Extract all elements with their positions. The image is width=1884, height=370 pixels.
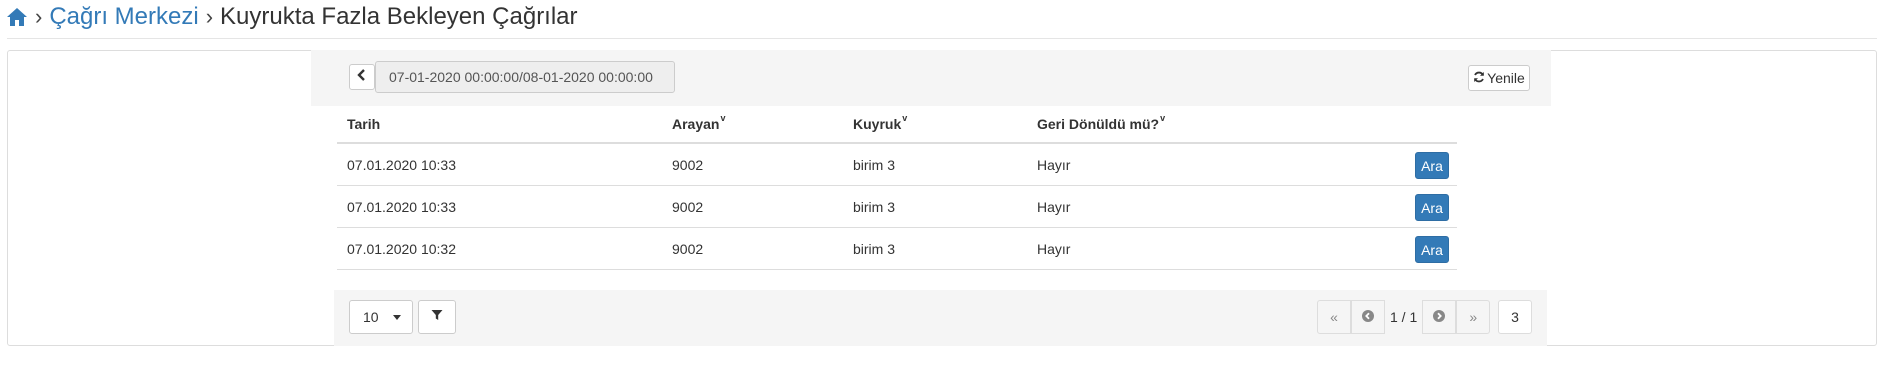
cell-tarih: 07.01.2020 10:33 — [347, 156, 456, 173]
chevron-right-icon: › — [205, 4, 214, 29]
page-size-select[interactable]: 10 — [349, 300, 413, 334]
total-count-badge: 3 — [1498, 300, 1532, 334]
table-row: 07.01.2020 10:32 9002 birim 3 Hayır Ara — [337, 228, 1457, 270]
first-page-button[interactable]: « — [1317, 300, 1351, 334]
previous-range-button[interactable] — [349, 64, 375, 90]
cell-arayan: 9002 — [672, 198, 704, 215]
cell-geri-donuldu: Hayır — [1037, 198, 1071, 215]
call-back-button[interactable]: Ara — [1415, 152, 1449, 179]
caret-down-icon — [392, 314, 401, 320]
cell-tarih: 07.01.2020 10:33 — [347, 198, 456, 215]
cell-arayan: 9002 — [672, 156, 704, 173]
call-back-button[interactable]: Ara — [1415, 236, 1449, 263]
cell-kuyruk: birim 3 — [853, 198, 896, 215]
circle-chevron-left-icon — [1362, 309, 1374, 325]
table-row: 07.01.2020 10:33 9002 birim 3 Hayır Ara — [337, 186, 1457, 228]
page-size-value: 10 — [363, 309, 379, 325]
column-header-kuyruk[interactable]: Kuyrukv — [853, 113, 908, 132]
date-range-field[interactable]: 07-01-2020 00:00:00/08-01-2020 00:00:00 — [375, 61, 675, 93]
column-header-geri-donuldu[interactable]: Geri Dönüldü mü?v — [1037, 113, 1166, 132]
cell-kuyruk: birim 3 — [853, 240, 896, 257]
cell-arayan: 9002 — [672, 240, 704, 257]
sort-caret-icon: v — [902, 113, 908, 123]
filter-icon — [431, 308, 443, 326]
refresh-icon — [1473, 70, 1485, 86]
refresh-label: Yenile — [1487, 70, 1525, 86]
table-header: Tarih Arayanv Kuyrukv Geri Dönüldü mü?v — [337, 106, 1457, 144]
pagination: « 1 / 1 » — [1317, 300, 1491, 334]
page-info: 1 / 1 — [1390, 309, 1418, 325]
column-header-arayan[interactable]: Arayanv — [672, 113, 726, 132]
column-header-tarih[interactable]: Tarih — [347, 116, 380, 132]
call-back-button[interactable]: Ara — [1415, 194, 1449, 221]
cell-tarih: 07.01.2020 10:32 — [347, 240, 456, 257]
next-page-button[interactable] — [1422, 300, 1457, 334]
table-row: 07.01.2020 10:33 9002 birim 3 Hayır Ara — [337, 144, 1457, 186]
circle-chevron-right-icon — [1433, 309, 1446, 325]
page-title: Kuyrukta Fazla Bekleyen Çağrılar — [220, 3, 578, 30]
calls-table: Tarih Arayanv Kuyrukv Geri Dönüldü mü?v … — [337, 106, 1457, 270]
filter-button[interactable] — [418, 300, 456, 334]
column-header-label: Kuyruk — [853, 116, 902, 132]
column-header-label: Geri Dönüldü mü? — [1037, 116, 1160, 132]
last-page-button[interactable]: » — [1456, 300, 1491, 334]
cell-geri-donuldu: Hayır — [1037, 156, 1071, 173]
refresh-button[interactable]: Yenile — [1468, 65, 1530, 91]
chevron-left-icon — [357, 68, 367, 86]
sort-caret-icon: v — [1160, 113, 1166, 123]
breadcrumb: › Çağrı Merkezi › Kuyrukta Fazla Bekleye… — [6, 0, 578, 34]
breadcrumb-section-link[interactable]: Çağrı Merkezi — [49, 5, 198, 29]
breadcrumb-divider — [7, 38, 1877, 39]
sort-caret-icon: v — [720, 113, 726, 123]
chevron-right-icon: › — [35, 4, 43, 29]
column-header-label: Arayan — [672, 116, 720, 132]
home-icon[interactable] — [6, 7, 28, 27]
cell-geri-donuldu: Hayır — [1037, 240, 1071, 257]
previous-page-button[interactable] — [1351, 300, 1385, 334]
cell-kuyruk: birim 3 — [853, 156, 896, 173]
